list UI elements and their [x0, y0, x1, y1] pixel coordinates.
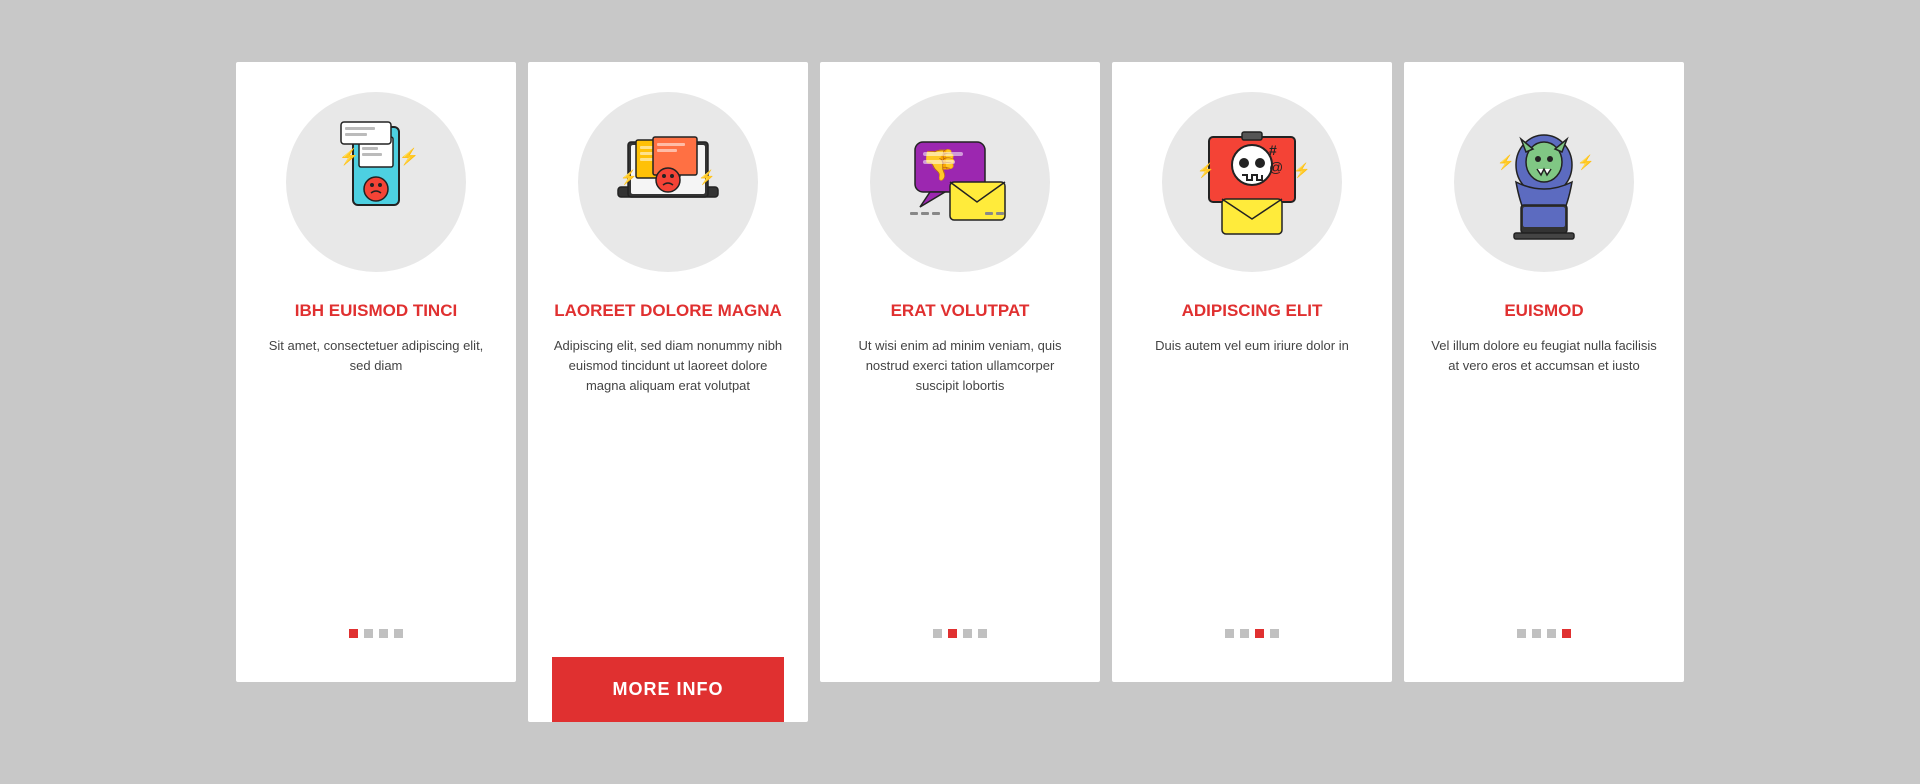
card-2-title: LAOREET DOLORE MAGNA [554, 300, 782, 322]
card-1-title: IBH EUISMOD TINCI [295, 300, 457, 322]
dot [1547, 629, 1556, 638]
card-4-icon-circle: # @ ⚡ ⚡ [1162, 92, 1342, 272]
card-4-title: ADIPISCING ELIT [1182, 300, 1323, 322]
dot [963, 629, 972, 638]
dot-active [1562, 629, 1571, 638]
card-3: 👎 ERAT VOLUTPAT Ut wisi enim ad minim ve… [820, 62, 1100, 682]
svg-text:⚡: ⚡ [620, 169, 637, 186]
card-3-title: ERAT VOLUTPAT [891, 300, 1030, 322]
more-info-button[interactable]: MORE INFO [552, 657, 784, 722]
svg-text:⚡: ⚡ [1577, 154, 1594, 171]
card-4-dots [1225, 629, 1279, 658]
card-5: ⚡ ⚡ EUISMOD Vel illum dolore eu feugiat … [1404, 62, 1684, 682]
dot [379, 629, 388, 638]
dot [1532, 629, 1541, 638]
dot [1240, 629, 1249, 638]
card-5-dots [1517, 629, 1571, 658]
card-3-desc: Ut wisi enim ad minim veniam, quis nostr… [844, 336, 1076, 601]
card-1-icon: ⚡ ⚡ [311, 117, 441, 247]
svg-text:⚡: ⚡ [698, 169, 715, 186]
card-1-dots [349, 629, 403, 658]
card-2-icon-circle: ⚡ ⚡ [578, 92, 758, 272]
card-4-icon: # @ ⚡ ⚡ [1187, 117, 1317, 247]
dot [1225, 629, 1234, 638]
svg-text:⚡: ⚡ [1197, 162, 1214, 179]
card-2: ⚡ ⚡ LAOREET DOLORE MAGNA Adipiscing elit… [528, 62, 808, 722]
card-4-desc: Duis autem vel eum iriure dolor in [1155, 336, 1349, 601]
dot [978, 629, 987, 638]
card-2-icon: ⚡ ⚡ [598, 112, 738, 252]
svg-text:#: # [1269, 142, 1277, 158]
dot [364, 629, 373, 638]
svg-text:⚡: ⚡ [1293, 162, 1310, 179]
card-5-icon-circle: ⚡ ⚡ [1454, 92, 1634, 272]
dot-active [349, 629, 358, 638]
svg-text:⚡: ⚡ [1497, 154, 1514, 171]
card-2-desc: Adipiscing elit, sed diam nonummy nibh e… [552, 336, 784, 633]
card-3-icon: 👎 [895, 117, 1025, 247]
svg-text:@: @ [1269, 159, 1283, 175]
card-5-icon: ⚡ ⚡ [1479, 117, 1609, 247]
dot-active [1255, 629, 1264, 638]
svg-text:⚡: ⚡ [399, 147, 419, 166]
dot [1270, 629, 1279, 638]
card-5-desc: Vel illum dolore eu feugiat nulla facili… [1428, 336, 1660, 601]
card-1: ⚡ ⚡ IBH EUISMOD TINCI Sit amet, consecte… [236, 62, 516, 682]
card-3-dots [933, 629, 987, 658]
cards-container: ⚡ ⚡ IBH EUISMOD TINCI Sit amet, consecte… [176, 22, 1744, 762]
dot [394, 629, 403, 638]
dot [933, 629, 942, 638]
card-3-icon-circle: 👎 [870, 92, 1050, 272]
dot-active [948, 629, 957, 638]
card-5-title: EUISMOD [1504, 300, 1583, 322]
card-4: # @ ⚡ ⚡ ADIPISCING ELIT Duis autem vel e… [1112, 62, 1392, 682]
card-1-icon-circle: ⚡ ⚡ [286, 92, 466, 272]
dot [1517, 629, 1526, 638]
svg-text:⚡: ⚡ [339, 147, 359, 166]
card-1-desc: Sit amet, consectetuer adipiscing elit, … [260, 336, 492, 601]
